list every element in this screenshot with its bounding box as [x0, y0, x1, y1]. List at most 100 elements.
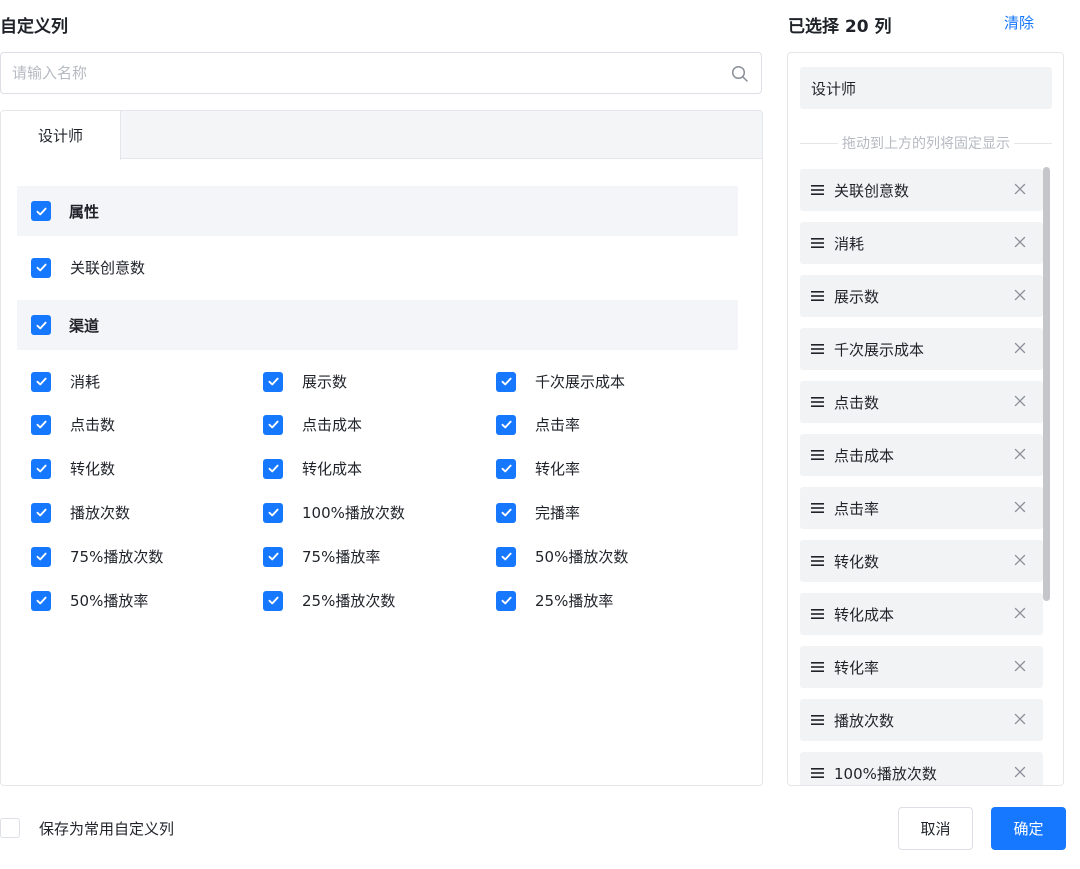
selected-item[interactable]: 千次展示成本	[800, 328, 1043, 370]
selected-item[interactable]: 点击数	[800, 381, 1043, 423]
close-icon[interactable]	[1013, 341, 1027, 355]
column-option[interactable]: 25%播放次数	[263, 590, 395, 611]
drag-handle-icon[interactable]	[811, 662, 824, 672]
column-option[interactable]: 展示数	[263, 371, 347, 392]
column-option[interactable]: 转化率	[496, 458, 580, 479]
selected-item[interactable]: 点击成本	[800, 434, 1043, 476]
column-option[interactable]: 50%播放率	[31, 590, 148, 611]
selected-item[interactable]: 消耗	[800, 222, 1043, 264]
tab-designer[interactable]: 设计师	[1, 111, 121, 160]
close-icon[interactable]	[1013, 712, 1027, 726]
confirm-button[interactable]: 确定	[991, 807, 1066, 850]
close-icon[interactable]	[1013, 235, 1027, 249]
check-icon	[36, 377, 47, 386]
column-label: 千次展示成本	[535, 373, 626, 391]
selected-item[interactable]: 100%播放次数	[800, 752, 1043, 785]
close-icon[interactable]	[1013, 182, 1027, 196]
drag-handle-icon[interactable]	[811, 291, 824, 301]
check-icon	[501, 596, 512, 605]
selected-item[interactable]: 关联创意数	[800, 169, 1043, 211]
save-preset-checkbox[interactable]	[0, 818, 20, 838]
column-option[interactable]: 点击率	[496, 414, 580, 435]
check-icon	[36, 596, 47, 605]
column-option[interactable]: 25%播放率	[496, 590, 613, 611]
column-option[interactable]: 关联创意数	[31, 257, 145, 278]
close-icon[interactable]	[1013, 288, 1027, 302]
column-checkbox[interactable]	[31, 458, 51, 479]
check-icon	[36, 263, 47, 272]
drag-handle-icon[interactable]	[811, 768, 824, 778]
column-label: 50%播放次数	[535, 548, 629, 566]
column-checkbox[interactable]	[31, 590, 51, 611]
column-label: 转化率	[535, 460, 581, 478]
drag-handle-icon[interactable]	[811, 238, 824, 248]
close-icon[interactable]	[1013, 500, 1027, 514]
column-checkbox[interactable]	[496, 458, 516, 479]
selected-item[interactable]: 转化率	[800, 646, 1043, 688]
column-label: 75%播放率	[302, 548, 381, 566]
column-checkbox[interactable]	[31, 414, 51, 435]
drag-handle-icon[interactable]	[811, 397, 824, 407]
close-icon[interactable]	[1013, 394, 1027, 408]
column-checkbox[interactable]	[263, 546, 283, 567]
column-checkbox[interactable]	[496, 371, 516, 392]
selected-item[interactable]: 转化数	[800, 540, 1043, 582]
selected-item-label: 点击数	[834, 393, 880, 412]
selected-item[interactable]: 播放次数	[800, 699, 1043, 741]
column-label: 展示数	[302, 373, 348, 391]
close-icon[interactable]	[1013, 659, 1027, 673]
column-checkbox[interactable]	[31, 257, 51, 278]
column-checkbox[interactable]	[31, 371, 51, 392]
close-icon[interactable]	[1013, 765, 1027, 779]
group-checkbox[interactable]	[31, 201, 51, 221]
column-checkbox[interactable]	[496, 590, 516, 611]
drag-handle-icon[interactable]	[811, 344, 824, 354]
column-checkbox[interactable]	[263, 458, 283, 479]
selected-item[interactable]: 转化成本	[800, 593, 1043, 635]
check-icon	[36, 552, 47, 561]
column-option[interactable]: 75%播放率	[263, 546, 380, 567]
column-option[interactable]: 消耗	[31, 371, 100, 392]
column-checkbox[interactable]	[263, 371, 283, 392]
column-checkbox[interactable]	[263, 502, 283, 523]
column-checkbox[interactable]	[263, 414, 283, 435]
clear-button[interactable]: 清除	[1004, 12, 1034, 33]
close-icon[interactable]	[1013, 553, 1027, 567]
check-icon	[36, 420, 47, 429]
column-option[interactable]: 播放次数	[31, 502, 130, 523]
column-option[interactable]: 点击数	[31, 414, 115, 435]
search-icon[interactable]	[731, 65, 749, 83]
column-checkbox[interactable]	[496, 546, 516, 567]
column-checkbox[interactable]	[496, 414, 516, 435]
scrollbar-thumb[interactable]	[1043, 167, 1050, 601]
column-option[interactable]: 转化数	[31, 458, 115, 479]
drag-handle-icon[interactable]	[811, 503, 824, 513]
column-checkbox[interactable]	[31, 502, 51, 523]
column-option[interactable]: 转化成本	[263, 458, 362, 479]
selected-item[interactable]: 点击率	[800, 487, 1043, 529]
drag-handle-icon[interactable]	[811, 185, 824, 195]
drag-handle-icon[interactable]	[811, 609, 824, 619]
column-checkbox[interactable]	[31, 546, 51, 567]
selected-count-title: 已选择 20 列	[788, 17, 892, 37]
column-option[interactable]: 75%播放次数	[31, 546, 163, 567]
column-option[interactable]: 完播率	[496, 502, 580, 523]
column-option[interactable]: 点击成本	[263, 414, 362, 435]
group-checkbox[interactable]	[31, 315, 51, 335]
search-box[interactable]	[0, 52, 762, 94]
drag-handle-icon[interactable]	[811, 556, 824, 566]
column-label: 点击数	[70, 416, 116, 434]
search-input[interactable]	[1, 53, 701, 93]
close-icon[interactable]	[1013, 606, 1027, 620]
column-checkbox[interactable]	[496, 502, 516, 523]
close-icon[interactable]	[1013, 447, 1027, 461]
column-checkbox[interactable]	[263, 590, 283, 611]
column-option[interactable]: 100%播放次数	[263, 502, 405, 523]
column-option[interactable]: 千次展示成本	[496, 371, 625, 392]
cancel-button[interactable]: 取消	[898, 807, 973, 850]
drag-handle-icon[interactable]	[811, 715, 824, 725]
column-option[interactable]: 50%播放次数	[496, 546, 628, 567]
selected-item[interactable]: 展示数	[800, 275, 1043, 317]
drag-handle-icon[interactable]	[811, 450, 824, 460]
save-preset-label[interactable]: 保存为常用自定义列	[39, 818, 174, 839]
